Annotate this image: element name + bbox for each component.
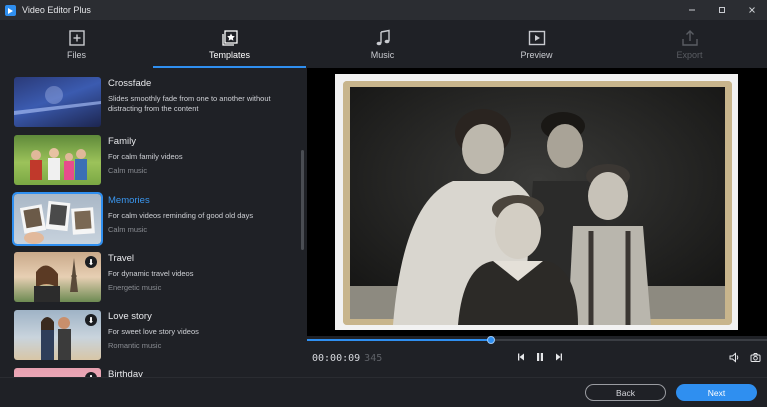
title-bar: Video Editor Plus <box>0 0 767 20</box>
tab-templates[interactable]: Templates <box>153 20 306 68</box>
template-description: For calm videos reminding of good old da… <box>108 211 254 220</box>
minimize-icon[interactable] <box>677 0 707 20</box>
template-travel[interactable]: ⬇ Travel For dynamic travel videos Energ… <box>14 252 304 304</box>
template-description: For sweet love story videos <box>108 327 199 336</box>
files-add-icon <box>68 29 85 46</box>
snapshot-camera-icon[interactable] <box>750 352 761 363</box>
preview-tools <box>729 352 761 363</box>
tab-export-label: Export <box>676 49 703 60</box>
progress-fill <box>307 339 491 341</box>
templates-star-icon <box>221 29 238 46</box>
volume-icon[interactable] <box>729 352 740 363</box>
template-music: Calm music <box>108 225 148 234</box>
template-music: Energetic music <box>108 283 162 292</box>
template-thumbnail: ⬇ <box>14 310 101 360</box>
template-description: Slides smoothly fade from one to another… <box>108 94 271 113</box>
music-note-icon <box>376 29 390 45</box>
template-name: Travel <box>108 253 135 264</box>
tab-preview[interactable]: Preview <box>460 20 613 68</box>
template-music: Romantic music <box>108 341 162 350</box>
tab-files-label: Files <box>66 49 86 60</box>
close-icon[interactable] <box>737 0 767 20</box>
footer-bar: Back Next <box>0 377 767 407</box>
template-music: Calm music <box>108 166 148 175</box>
download-icon[interactable]: ⬇ <box>85 256 97 268</box>
transport-controls <box>517 352 563 362</box>
template-description: For calm family videos <box>108 152 183 161</box>
templates-list: Crossfade Slides smoothly fade from one … <box>0 68 307 377</box>
next-button[interactable]: Next <box>676 384 757 401</box>
frame-count: 345 <box>364 353 383 364</box>
template-crossfade[interactable]: Crossfade Slides smoothly fade from one … <box>14 77 304 129</box>
window-controls <box>677 0 767 20</box>
pause-icon[interactable] <box>535 352 545 362</box>
top-navigation: Files Templates Music Preview Export <box>0 20 767 68</box>
template-name: Memories <box>108 195 150 206</box>
template-name: Birthday <box>108 369 143 377</box>
playback-controls: 00:00:09 345 <box>307 336 767 377</box>
export-upload-icon <box>681 29 698 46</box>
template-thumbnail <box>14 77 101 127</box>
template-thumbnail <box>12 192 103 246</box>
template-family[interactable]: Family For calm family videos Calm music <box>14 135 304 187</box>
tab-preview-label: Preview <box>520 49 553 60</box>
template-love-story[interactable]: ⬇ Love story For sweet love story videos… <box>14 310 304 362</box>
template-thumbnail: ⬇ <box>14 368 101 377</box>
template-name: Family <box>108 136 136 147</box>
next-frame-icon[interactable] <box>553 352 563 362</box>
template-thumbnail <box>14 135 101 185</box>
template-memories[interactable]: Memories For calm videos reminding of go… <box>12 192 304 246</box>
template-description: For dynamic travel videos <box>108 269 194 278</box>
previous-frame-icon[interactable] <box>517 352 527 362</box>
tab-music-label: Music <box>370 49 395 60</box>
app-title: Video Editor Plus <box>22 5 91 15</box>
back-button[interactable]: Back <box>585 384 666 401</box>
preview-photo <box>343 81 732 325</box>
tab-files[interactable]: Files <box>0 20 153 68</box>
tab-templates-label: Templates <box>208 49 251 60</box>
app-logo-icon <box>5 4 16 16</box>
timecode: 00:00:09 345 <box>312 353 382 364</box>
templates-scrollbar[interactable] <box>301 150 304 250</box>
tab-music[interactable]: Music <box>306 20 459 68</box>
preview-play-icon <box>528 30 545 45</box>
template-birthday[interactable]: ⬇ Birthday <box>14 368 304 377</box>
maximize-icon[interactable] <box>707 0 737 20</box>
download-icon[interactable]: ⬇ <box>85 314 97 326</box>
progress-knob[interactable] <box>487 336 495 344</box>
current-time: 00:00:09 <box>312 353 361 364</box>
preview-area <box>307 68 767 338</box>
template-name: Crossfade <box>108 78 152 89</box>
template-thumbnail: ⬇ <box>14 252 101 302</box>
template-name: Love story <box>108 311 152 322</box>
preview-frame <box>335 74 738 330</box>
tab-export[interactable]: Export <box>613 20 766 68</box>
